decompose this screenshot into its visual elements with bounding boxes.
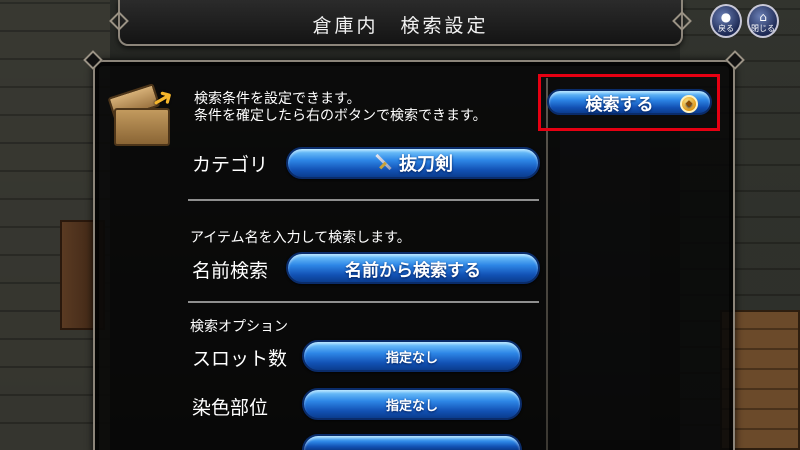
category-button[interactable]: 抜刀剣 (286, 147, 540, 179)
panel-vertical-divider (546, 78, 548, 450)
slot-count-selector[interactable]: 指定なし (302, 340, 522, 372)
instruction-line-1: 検索条件を設定できます。 (194, 91, 361, 107)
section-divider-1 (188, 199, 539, 201)
name-search-label: 名前検索 (192, 260, 269, 282)
slot-count-value: 指定なし (385, 350, 438, 366)
section-divider-2 (188, 301, 539, 303)
dye-part-selector[interactable]: 指定なし (302, 388, 522, 420)
close-button[interactable]: ⌂ 閉じる (747, 4, 779, 38)
close-button-label: 閉じる (751, 24, 775, 33)
treasure-chest-icon: ➜ (107, 81, 180, 150)
instruction-line-2: 条件を確定したら右のボタンで検索できます。 (194, 108, 487, 124)
slot-count-label: スロット数 (192, 348, 288, 370)
dye-part-label: 染色部位 (192, 397, 269, 419)
back-icon: ● (720, 10, 732, 24)
options-heading: 検索オプション (190, 319, 288, 335)
home-icon: ⌂ (759, 10, 767, 24)
back-button[interactable]: ● 戻る (710, 4, 742, 38)
name-search-button[interactable]: 名前から検索する (286, 252, 540, 284)
page-title: 倉庫内 検索設定 (312, 15, 489, 37)
category-label: カテゴリ (192, 154, 269, 176)
name-search-note: アイテム名を入力して検索します。 (190, 230, 411, 246)
coin-icon: ◆ (680, 95, 698, 113)
next-option-selector[interactable] (302, 434, 522, 450)
search-button[interactable]: 検索する ◆ (547, 89, 712, 115)
search-button-label: 検索する (585, 94, 654, 115)
name-search-button-label: 名前から検索する (345, 260, 481, 281)
category-value: 抜刀剣 (399, 154, 453, 175)
title-bar: 倉庫内 検索設定 (109, 0, 692, 46)
back-button-label: 戻る (718, 24, 734, 33)
sword-icon (373, 153, 393, 173)
instructions-text: 検索条件を設定できます。 条件を確定したら右のボタンで検索できます。 (194, 91, 487, 125)
dye-part-value: 指定なし (385, 398, 438, 414)
